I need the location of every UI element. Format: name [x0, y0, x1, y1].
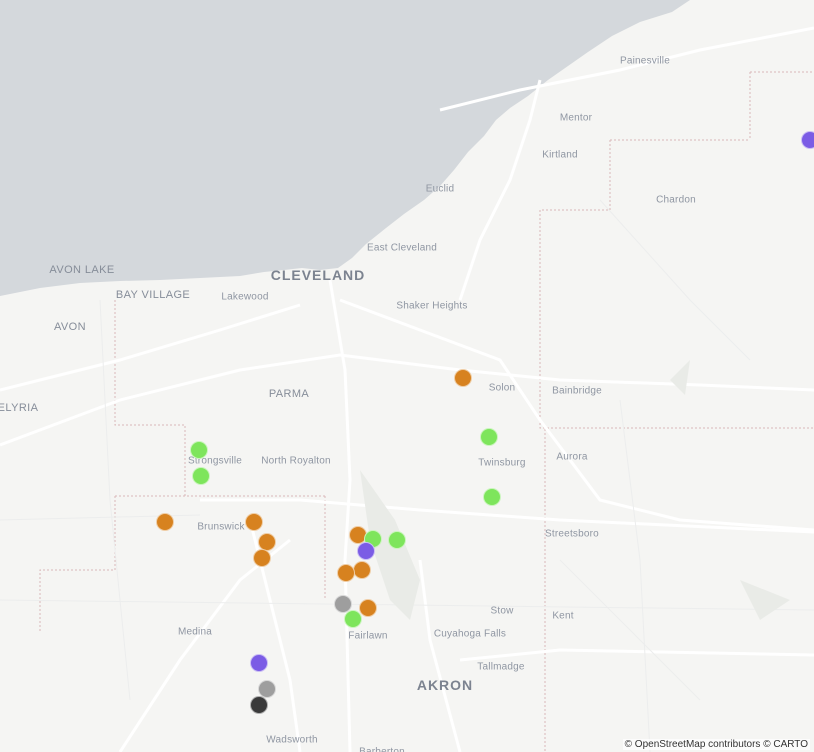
place-label-wadsworth: Wadsworth	[266, 734, 318, 746]
place-label-streetsboro: Streetsboro	[545, 528, 599, 540]
map-marker-orange[interactable]	[244, 512, 263, 531]
place-label-elyria: ELYRIA	[0, 402, 39, 414]
place-label-bainbridge: Bainbridge	[552, 385, 602, 397]
map-marker-purple[interactable]	[800, 131, 814, 150]
place-label-bay-village: BAY VILLAGE	[115, 289, 191, 301]
map-marker-green[interactable]	[190, 441, 209, 460]
map-marker-green[interactable]	[388, 530, 407, 549]
place-label-cuyahoga-falls: Cuyahoga Falls	[433, 628, 507, 640]
place-label-solon: Solon	[488, 382, 516, 394]
place-label-medina: Medina	[178, 626, 212, 638]
place-label-chardon: Chardon	[656, 194, 696, 206]
map-marker-dark[interactable]	[250, 695, 269, 714]
place-label-twinsburg: Twinsburg	[478, 457, 526, 469]
map-marker-orange[interactable]	[336, 564, 355, 583]
place-label-painesville: Painesville	[619, 55, 671, 67]
place-label-kirtland: Kirtland	[542, 149, 578, 161]
map-marker-green[interactable]	[344, 609, 363, 628]
place-label-parma: PARMA	[268, 388, 310, 400]
map-marker-orange[interactable]	[359, 598, 378, 617]
place-label-fairlawn: Fairlawn	[348, 630, 388, 642]
place-label-euclid: Euclid	[425, 183, 455, 195]
place-label-cleveland: CLEVELAND	[270, 267, 366, 283]
map-marker-orange[interactable]	[252, 548, 271, 567]
place-label-north-royalton: North Royalton	[261, 455, 331, 467]
map-marker-purple[interactable]	[356, 541, 375, 560]
map-attribution[interactable]: © OpenStreetMap contributors © CARTO	[622, 739, 810, 750]
place-label-east-cleveland: East Cleveland	[366, 242, 438, 254]
map-marker-green[interactable]	[480, 427, 499, 446]
basemap	[0, 0, 814, 752]
place-label-tallmadge: Tallmadge	[477, 661, 525, 673]
place-label-aurora: Aurora	[556, 451, 588, 463]
map-marker-green[interactable]	[191, 467, 210, 486]
place-label-shaker-heights: Shaker Heights	[396, 300, 468, 312]
place-label-lakewood: Lakewood	[221, 291, 269, 303]
place-label-avon: AVON	[54, 321, 86, 333]
map-marker-green[interactable]	[483, 487, 502, 506]
place-label-brunswick: Brunswick	[197, 521, 245, 533]
map-marker-orange[interactable]	[453, 369, 472, 388]
place-label-mentor: Mentor	[559, 112, 593, 124]
map-canvas[interactable]: Painesville Mentor Kirtland Euclid Chardon Ea…	[0, 0, 814, 752]
place-label-kent: Kent	[552, 610, 574, 622]
place-label-akron: AKRON	[416, 677, 474, 693]
map-marker-purple[interactable]	[250, 653, 269, 672]
map-marker-orange[interactable]	[155, 512, 174, 531]
place-label-avon-lake: AVON LAKE	[49, 264, 115, 276]
place-label-barberton: Barberton	[359, 746, 405, 752]
map-marker-orange[interactable]	[352, 560, 371, 579]
place-label-stow: Stow	[490, 605, 514, 617]
